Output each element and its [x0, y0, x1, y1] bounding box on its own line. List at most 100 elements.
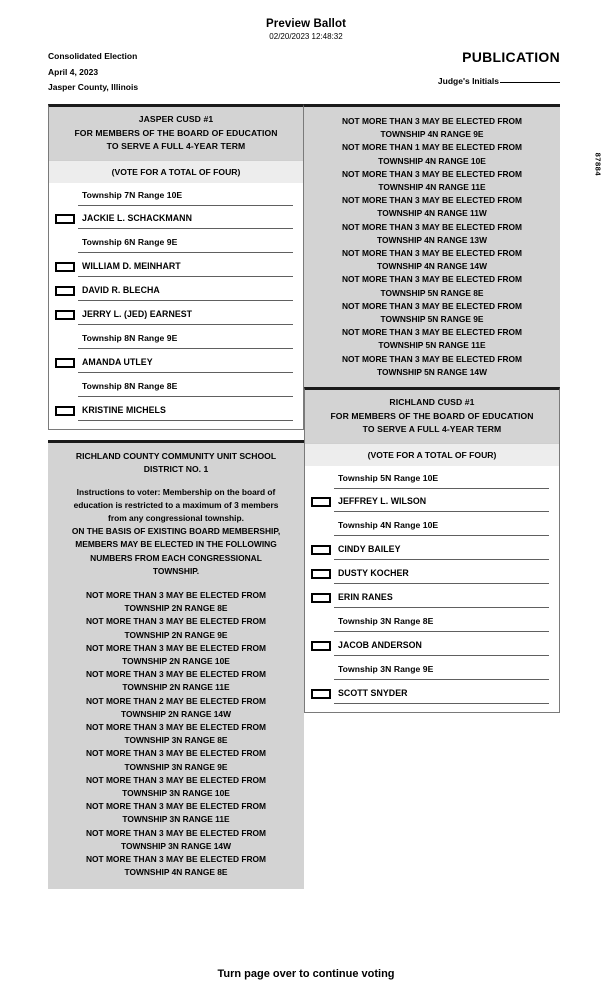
candidate-row[interactable]: JERRY L. (JED) EARNEST [49, 303, 303, 327]
township-limit-item: NOT MORE THAN 3 MAY BE ELECTED FROM TOWN… [312, 247, 552, 273]
township-limit-list-right: NOT MORE THAN 3 MAY BE ELECTED FROM TOWN… [304, 107, 560, 379]
township-heading: Township 5N Range 10E [334, 466, 549, 489]
township-heading-row: Township 3N Range 9E [305, 658, 559, 682]
richland-instructions-block: RICHLAND COUNTY COMMUNITY UNIT SCHOOL DI… [48, 439, 304, 890]
ballot-column-left: JASPER CUSD #1 FOR MEMBERS OF THE BOARD … [48, 104, 304, 890]
township-limit-item: NOT MORE THAN 3 MAY BE ELECTED FROM TOWN… [312, 326, 552, 352]
vote-target-box[interactable] [311, 568, 331, 579]
limit-line-1: NOT MORE THAN 3 MAY BE ELECTED FROM [85, 853, 267, 864]
limit-line-2: TOWNSHIP 2N RANGE 8E [124, 603, 228, 614]
vote-target-box[interactable] [55, 357, 75, 368]
limit-line-2: TOWNSHIP 4N RANGE 9E [380, 129, 484, 140]
election-name: Consolidated Election [48, 51, 138, 61]
instructions-basis-line-1: ON THE BASIS OF EXISTING BOARD MEMBERSHI… [71, 526, 281, 537]
township-limit-item: NOT MORE THAN 3 MAY BE ELECTED FROM TOWN… [56, 774, 296, 800]
candidate-name: ERIN RANES [334, 586, 549, 608]
publication-label: PUBLICATION [462, 49, 560, 65]
candidate-row[interactable]: AMANDA UTLEY [49, 351, 303, 375]
vote-target-box[interactable] [311, 496, 331, 507]
township-heading: Township 8N Range 8E [78, 375, 293, 397]
limit-line-1: NOT MORE THAN 3 MAY BE ELECTED FROM [341, 248, 523, 259]
township-heading-row: Township 8N Range 9E [49, 327, 303, 351]
vote-target-box[interactable] [55, 309, 75, 320]
limit-line-2: TOWNSHIP 2N RANGE 14W [121, 708, 231, 719]
judge-initials-rule[interactable] [500, 82, 560, 83]
page-title: Preview Ballot [265, 18, 346, 30]
candidate-name: DAVID R. BLECHA [78, 279, 293, 301]
instructions-title: RICHLAND COUNTY COMMUNITY UNIT SCHOOL DI… [48, 443, 304, 484]
township-heading: Township 6N Range 9E [78, 231, 293, 253]
township-limit-item: NOT MORE THAN 3 MAY BE ELECTED FROM TOWN… [312, 194, 552, 220]
election-info: Consolidated Election April 4, 2023 Jasp… [48, 49, 138, 96]
vote-target-box[interactable] [55, 213, 75, 224]
limit-line-2: TOWNSHIP 4N RANGE 11E [378, 182, 486, 193]
limit-line-1: NOT MORE THAN 3 MAY BE ELECTED FROM [85, 669, 267, 680]
vote-target-box[interactable] [311, 592, 331, 603]
election-date: April 4, 2023 [48, 66, 99, 77]
contest-title-line-2: FOR MEMBERS OF THE BOARD OF EDUCATION [74, 127, 278, 138]
candidate-row[interactable]: ERIN RANES [305, 586, 559, 610]
ballot-style-code: 87884 [593, 152, 602, 176]
footer-note: Turn page over to continue voting [217, 968, 395, 980]
vote-target-box[interactable] [311, 544, 331, 555]
candidate-name: JACOB ANDERSON [334, 634, 549, 656]
instructions-basis-paragraph: ON THE BASIS OF EXISTING BOARD MEMBERSHI… [48, 525, 304, 578]
vote-target-box[interactable] [55, 261, 75, 272]
election-jurisdiction: Jasper County, Illinois [48, 82, 139, 92]
vote-target-box[interactable] [311, 640, 331, 651]
township-limit-item: NOT MORE THAN 3 MAY BE ELECTED FROM TOWN… [312, 353, 552, 379]
candidate-row[interactable]: JACKIE L. SCHACKMANN [49, 207, 303, 231]
limit-line-1: NOT MORE THAN 3 MAY BE ELECTED FROM [341, 274, 523, 285]
publication-block: PUBLICATION Judge's Initials [438, 49, 560, 86]
instructions-basis-line-3: NUMBERS FROM EACH CONGRESSIONAL [90, 552, 262, 563]
limit-line-2: TOWNSHIP 3N RANGE 10E [122, 787, 230, 798]
judge-initials-field[interactable]: Judge's Initials [438, 76, 560, 86]
limit-line-1: NOT MORE THAN 1 MAY BE ELECTED FROM [341, 142, 523, 153]
township-limit-item: NOT MORE THAN 3 MAY BE ELECTED FROM TOWN… [56, 800, 296, 826]
contest-title: RICHLAND CUSD #1 FOR MEMBERS OF THE BOAR… [305, 390, 559, 443]
candidate-row[interactable]: DUSTY KOCHER [305, 562, 559, 586]
township-limit-item: NOT MORE THAN 2 MAY BE ELECTED FROM TOWN… [56, 695, 296, 721]
candidate-row[interactable]: SCOTT SNYDER [305, 682, 559, 706]
limit-line-2: TOWNSHIP 2N RANGE 10E [122, 655, 230, 666]
candidate-row[interactable]: JACOB ANDERSON [305, 634, 559, 658]
ballot-header: Preview Ballot 02/20/2023 12:48:32 [0, 0, 612, 41]
township-heading: Township 8N Range 9E [78, 327, 293, 349]
limit-line-2: TOWNSHIP 2N RANGE 9E [124, 629, 228, 640]
contest-richland-cusd-1: RICHLAND CUSD #1 FOR MEMBERS OF THE BOAR… [304, 387, 560, 713]
candidate-name: JERRY L. (JED) EARNEST [78, 303, 293, 325]
township-heading-row: Township 7N Range 10E [49, 183, 303, 207]
instructions-basis-line-4: TOWNSHIP. [152, 565, 200, 576]
election-meta-row: Consolidated Election April 4, 2023 Jasp… [0, 49, 612, 97]
candidate-row[interactable]: DAVID R. BLECHA [49, 279, 303, 303]
vote-target-box[interactable] [55, 285, 75, 296]
candidate-name: JACKIE L. SCHACKMANN [78, 207, 293, 229]
township-limit-item: NOT MORE THAN 3 MAY BE ELECTED FROM TOWN… [56, 615, 296, 641]
limit-line-1: NOT MORE THAN 3 MAY BE ELECTED FROM [341, 327, 523, 338]
vote-target-box[interactable] [311, 688, 331, 699]
candidate-row[interactable]: JEFFREY L. WILSON [305, 490, 559, 514]
candidate-name: DUSTY KOCHER [334, 562, 549, 584]
limit-line-2: TOWNSHIP 5N RANGE 9E [380, 314, 484, 325]
limit-line-2: TOWNSHIP 4N RANGE 14W [377, 261, 487, 272]
limit-line-1: NOT MORE THAN 3 MAY BE ELECTED FROM [85, 748, 267, 759]
candidate-row[interactable]: KRISTINE MICHELS [49, 399, 303, 423]
limit-line-1: NOT MORE THAN 3 MAY BE ELECTED FROM [85, 827, 267, 838]
instructions-paragraph: Instructions to voter: Membership on the… [48, 484, 304, 526]
limit-line-1: NOT MORE THAN 3 MAY BE ELECTED FROM [341, 116, 523, 126]
township-heading: Township 4N Range 10E [334, 514, 549, 536]
township-heading: Township 7N Range 10E [78, 183, 293, 206]
township-heading-row: Township 8N Range 8E [49, 375, 303, 399]
township-limit-list-left: NOT MORE THAN 3 MAY BE ELECTED FROM TOWN… [48, 578, 304, 879]
township-limit-item: NOT MORE THAN 3 MAY BE ELECTED FROM TOWN… [56, 668, 296, 694]
candidate-row[interactable]: WILLIAM D. MEINHART [49, 255, 303, 279]
contest-title: JASPER CUSD #1 FOR MEMBERS OF THE BOARD … [49, 107, 303, 160]
vote-target-box[interactable] [55, 405, 75, 416]
limit-line-1: NOT MORE THAN 3 MAY BE ELECTED FROM [85, 774, 267, 785]
candidate-row[interactable]: CINDY BAILEY [305, 538, 559, 562]
township-limit-item: NOT MORE THAN 3 MAY BE ELECTED FROM TOWN… [312, 221, 552, 247]
richland-instructions-continued: NOT MORE THAN 3 MAY BE ELECTED FROM TOWN… [304, 104, 560, 388]
judge-initials-label: Judge's Initials [437, 76, 499, 86]
instructions-paragraph-line-1: Instructions to voter: Membership on the… [76, 486, 276, 497]
instructions-paragraph-line-2: education is restricted to a maximum of … [73, 499, 279, 510]
